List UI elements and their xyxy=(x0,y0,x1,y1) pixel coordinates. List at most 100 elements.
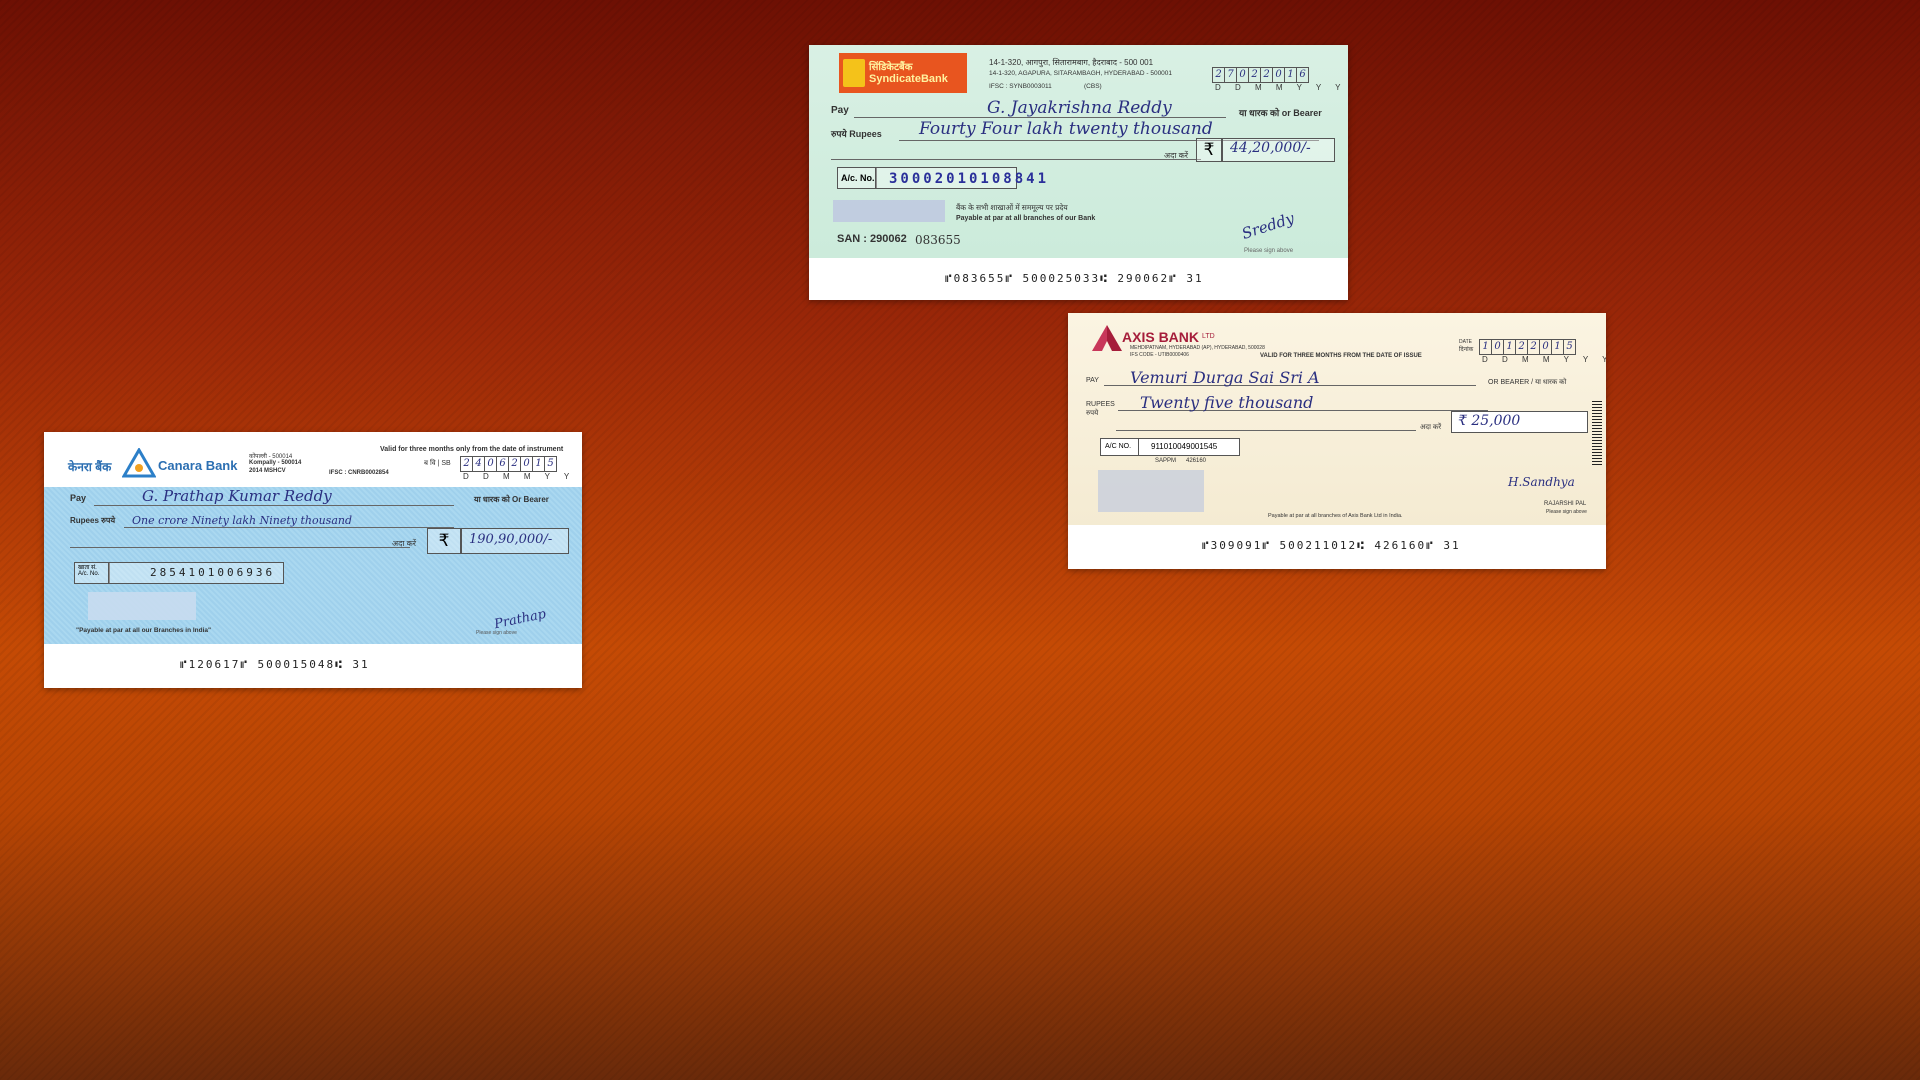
syndicate-micr-band: ⑈083655⑈ 500025033⑆ 290062⑈ 31 xyxy=(809,258,1348,300)
syndicate-address: 14-1-320, AGAPURA, SITARAMBAGH, HYDERABA… xyxy=(989,70,1173,77)
axis-ifs: IFS CODE - UTIB0000406 xyxy=(1130,352,1189,358)
syndicate-ifsc: IFSC : SYNB0003011 xyxy=(989,83,1052,90)
axis-signatory: RAJARSHI PAL xyxy=(1544,501,1587,507)
canara-date-format: D D M M Y Y Y Y xyxy=(463,472,582,481)
canara-bank-cheque: केनरा बैंक Canara Bank कोंपल्ली - 500014… xyxy=(44,432,582,688)
axis-amount-words: Twenty five thousand xyxy=(1140,393,1314,412)
syndicate-payee: G. Jayakrishna Reddy xyxy=(987,98,1172,118)
axis-pay-label: PAY xyxy=(1086,377,1099,384)
syndicate-logo: सिंडिकेटबैंक SyndicateBank xyxy=(839,53,967,93)
rupee-symbol: ₹ xyxy=(438,531,450,550)
syndicate-signature: Sreddy xyxy=(1239,209,1297,243)
canara-ac-number: 2854101006936 xyxy=(150,566,276,579)
axis-rupees-hindi: रुपये xyxy=(1086,410,1099,417)
axis-rupees-label: RUPEES xyxy=(1086,401,1115,408)
axis-amount: ₹ 25,000 xyxy=(1458,413,1521,429)
axis-bearer: OR BEARER / या धारक को xyxy=(1488,379,1567,386)
syndicate-ac-label-box: A/c. No. xyxy=(837,167,877,189)
rupee-symbol: ₹ xyxy=(1203,140,1215,159)
axis-logo-text: AXIS BANK xyxy=(1122,329,1200,345)
axis-redacted-field xyxy=(1098,470,1204,512)
canara-payable: "Payable at par at all our Branches in I… xyxy=(76,627,212,634)
date-digit: 5 xyxy=(544,456,557,472)
canara-micr-code: ⑈120617⑈ 500015048⑆ 31 xyxy=(180,658,370,671)
canara-payee: G. Prathap Kumar Reddy xyxy=(142,487,332,505)
syndicate-redacted-field xyxy=(833,200,945,222)
syndicate-amount-words: Fourty Four lakh twenty thousand xyxy=(919,119,1213,139)
axis-barcode xyxy=(1592,401,1602,465)
syndicate-payable: Payable at par at all branches of our Ba… xyxy=(956,215,1096,222)
axis-ac-box: 911010049001545 xyxy=(1138,438,1240,456)
syndicate-micr-code: ⑈083655⑈ 500025033⑆ 290062⑈ 31 xyxy=(945,272,1204,285)
syndicate-logo-text: SyndicateBank xyxy=(869,73,948,85)
canara-pay-label: Pay xyxy=(70,493,87,503)
date-digit: 5 xyxy=(1563,339,1576,355)
canara-ifsc: IFSC : CNRB0002854 xyxy=(329,470,389,476)
axis-payee: Vemuri Durga Sai Sri A xyxy=(1130,368,1320,387)
canara-logo-text: Canara Bank xyxy=(158,458,238,473)
syndicate-payable-hindi: बैंक के सभी शाखाओं में सममूल्य पर प्रदेय xyxy=(956,203,1068,212)
syndicate-bearer: या धारक को or Bearer xyxy=(1239,108,1322,118)
axis-logo-icon xyxy=(1092,325,1122,351)
syndicate-rupees-label: रुपये Rupees xyxy=(831,129,882,139)
canara-micr-band: ⑈120617⑈ 500015048⑆ 31 xyxy=(44,644,582,688)
axis-ac-label: A/C NO. xyxy=(1105,443,1132,450)
canara-branch: Kompally - 500014 xyxy=(249,460,302,466)
syndicate-ada-karen: अदा करें xyxy=(1164,151,1189,160)
axis-micr-band: ⑈309091⑈ 500211012⑆ 426160⑈ 31 xyxy=(1068,525,1606,569)
syndicate-date-format: D D M M Y Y Y Y xyxy=(1215,83,1348,92)
syndicate-logo-hindi: सिंडिकेटबैंक xyxy=(869,62,913,73)
syndicate-ac-number: 30002010108841 xyxy=(889,171,1050,187)
canara-sb-label: ब वि | SB xyxy=(424,460,451,467)
axis-signature: H.Sandhya xyxy=(1508,475,1575,489)
canara-logo-hindi: केनरा बैंक xyxy=(68,460,112,474)
axis-date-format: D D M M Y Y Y Y xyxy=(1482,355,1606,364)
syndicate-san-label: SAN : 290062 xyxy=(837,233,907,245)
axis-ac-number: 911010049001545 xyxy=(1151,442,1218,451)
axis-micr-code: ⑈309091⑈ 500211012⑆ 426160⑈ 31 xyxy=(1202,539,1461,552)
canara-rupee-box: ₹ xyxy=(427,528,461,554)
canara-ac-label-box: खाता सं. A/c. No. xyxy=(74,562,110,584)
canara-date-boxes: 2 4 0 6 2 0 1 5 xyxy=(460,456,557,472)
axis-logo-suffix: LTD xyxy=(1202,333,1215,340)
axis-validity: VALID FOR THREE MONTHS FROM THE DATE OF … xyxy=(1260,353,1422,359)
canara-rupees-label: Rupees रुपये xyxy=(70,516,116,525)
axis-sappm-label: SAPPM xyxy=(1155,458,1177,464)
syndicate-ac-label: A/c. No. xyxy=(841,173,875,183)
syndicate-cbs: (CBS) xyxy=(1084,83,1102,90)
axis-bank-cheque: AXIS BANK LTD MEHDIPATNAM, HYDERABAD (AP… xyxy=(1068,313,1606,569)
axis-ada-karen: अदा करें xyxy=(1420,424,1442,431)
syndicate-logo-emblem xyxy=(843,59,865,87)
canara-amount: 190,90,000/- xyxy=(469,532,553,547)
syndicate-amount: 44,20,000/- xyxy=(1230,140,1311,156)
canara-logo-icon xyxy=(122,448,156,478)
axis-date-boxes: 1 0 1 2 2 0 1 5 xyxy=(1479,339,1576,355)
syndicate-pay-label: Pay xyxy=(831,105,849,116)
canara-sign-above: Please sign above xyxy=(476,630,517,636)
axis-rupees-line-2 xyxy=(1116,430,1416,431)
canara-branch-hindi: कोंपल्ली - 500014 xyxy=(249,454,293,460)
syndicate-date-boxes: 2 7 0 2 2 0 1 6 xyxy=(1212,67,1309,83)
axis-address: MEHDIPATNAM, HYDERABAD (AP), HYDERABAD, … xyxy=(1130,345,1265,351)
axis-sign-above: Please sign above xyxy=(1546,509,1587,515)
canara-ac-label-hindi: खाता सं. xyxy=(78,565,97,571)
canara-validity: Valid for three months only from the dat… xyxy=(380,446,564,453)
canara-redacted-field xyxy=(88,592,196,620)
syndicate-sign-above: Please sign above xyxy=(1244,248,1294,254)
canara-code: 2014 MSHCV xyxy=(249,468,286,474)
canara-bearer: या धारक को Or Bearer xyxy=(474,495,549,504)
canara-rupees-line-2 xyxy=(70,547,410,548)
canara-pay-line xyxy=(94,505,454,506)
canara-rupees-line xyxy=(124,527,454,528)
axis-date-label-hindi: दिनांक xyxy=(1459,347,1474,353)
canara-amount-words: One crore Ninety lakh Ninety thousand xyxy=(132,514,353,527)
axis-ac-label-box: A/C NO. xyxy=(1100,438,1140,456)
syndicate-bank-cheque: सिंडिकेटबैंक SyndicateBank 14-1-320, आगप… xyxy=(809,45,1348,300)
syndicate-rupees-line-2 xyxy=(831,159,1201,160)
date-digit: 6 xyxy=(1296,67,1309,83)
canara-ada-karen: अदा करें xyxy=(392,539,417,548)
syndicate-address-hindi: 14-1-320, आगपुरा, सितारामबाग, हैदराबाद -… xyxy=(989,58,1154,67)
canara-ac-label: A/c. No. xyxy=(78,571,100,577)
axis-payable: Payable at par at all branches of Axis B… xyxy=(1268,513,1403,519)
syndicate-san-number: 083655 xyxy=(915,233,961,247)
